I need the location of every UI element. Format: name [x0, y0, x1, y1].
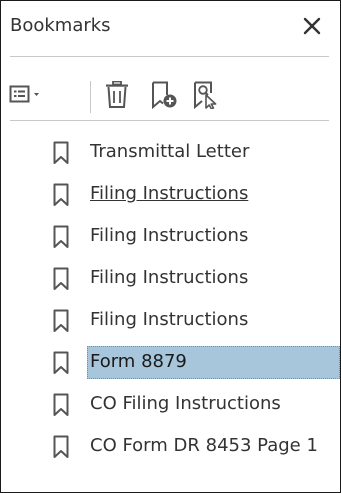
- bookmark-label: Form 8879: [90, 351, 187, 372]
- bookmark-icon: [53, 435, 69, 458]
- bookmark-item[interactable]: Transmittal Letter: [1, 135, 340, 171]
- toolbar-divider-bottom: [10, 120, 329, 121]
- new-bookmark-button[interactable]: [151, 81, 179, 115]
- close-icon[interactable]: [299, 13, 325, 39]
- bookmark-label: Filing Instructions: [90, 183, 249, 204]
- bookmark-label: Filing Instructions: [90, 309, 249, 330]
- new-bookmark-icon: [152, 81, 177, 110]
- trash-icon: [106, 80, 128, 108]
- bookmark-label: CO Form DR 8453 Page 1: [90, 435, 318, 456]
- options-list-icon: [9, 85, 39, 103]
- bookmark-icon: [53, 267, 69, 290]
- panel-title: Bookmarks: [10, 15, 111, 36]
- bookmarks-toolbar: [1, 71, 340, 113]
- bookmark-item[interactable]: Filing Instructions: [1, 261, 340, 297]
- bookmark-icon: [53, 183, 69, 206]
- find-bookmark-icon: [194, 81, 217, 110]
- bookmark-label: Filing Instructions: [90, 225, 249, 246]
- bookmark-item[interactable]: CO Form DR 8453 Page 1: [1, 429, 340, 465]
- close-icon-glyph: [303, 17, 321, 35]
- bookmark-label: Transmittal Letter: [90, 141, 250, 162]
- delete-bookmark-button[interactable]: [105, 80, 129, 115]
- bookmark-icon: [53, 351, 69, 374]
- bookmark-item[interactable]: Filing Instructions: [1, 177, 340, 213]
- options-menu-button[interactable]: [9, 85, 45, 119]
- bookmark-item[interactable]: Filing Instructions: [1, 219, 340, 255]
- bookmark-icon: [53, 141, 69, 164]
- bookmark-item[interactable]: CO Filing Instructions: [1, 387, 340, 423]
- panel-header: Bookmarks: [1, 1, 340, 57]
- bookmark-icon: [53, 393, 69, 416]
- bookmark-label: CO Filing Instructions: [90, 393, 281, 414]
- bookmarks-panel: Bookmarks Transmittal Letter Filing Inst…: [0, 0, 341, 493]
- bookmark-label: Filing Instructions: [90, 267, 249, 288]
- bookmark-icon: [53, 309, 69, 332]
- bookmark-item-selected[interactable]: Form 8879: [1, 345, 340, 381]
- bookmark-icon: [53, 225, 69, 248]
- header-divider: [10, 56, 329, 57]
- find-current-bookmark-button[interactable]: [193, 81, 221, 115]
- bookmark-item[interactable]: Filing Instructions: [1, 303, 340, 339]
- toolbar-divider: [90, 81, 91, 113]
